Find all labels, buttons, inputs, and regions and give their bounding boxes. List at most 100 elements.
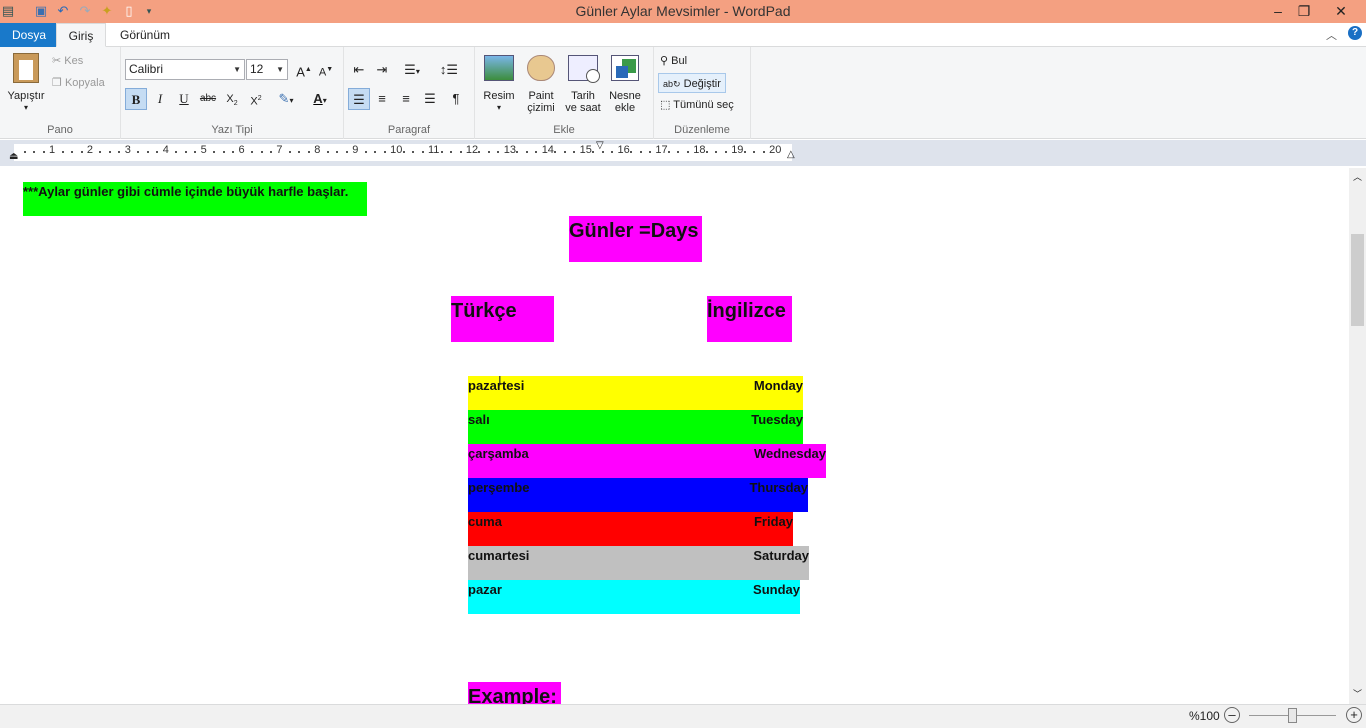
english-day: Monday [753,378,803,393]
ruler-number: 9 [352,144,359,156]
underline-button[interactable]: U [173,88,195,110]
tab-home[interactable]: Giriş [56,23,106,47]
font-family-select[interactable]: Calibri ▼ [125,59,245,80]
tab-file[interactable]: Dosya [0,23,56,47]
left-indent-marker-icon[interactable]: ⏏ [9,151,18,162]
text-color-button[interactable]: A▾ [305,88,335,110]
ribbon-tabs: Dosya Giriş Görünüm ︿ ? [0,23,1366,47]
ruler-tick [478,151,481,153]
english-day: Sunday [753,582,800,597]
ruler-tick [554,151,557,153]
ruler-tick [42,151,45,153]
align-center-icon[interactable]: ≡ [371,88,393,110]
align-right-icon[interactable]: ≡ [395,88,417,110]
scroll-down-icon[interactable]: ﹀ [1353,687,1362,700]
align-left-icon[interactable]: ☰ [348,88,370,110]
english-day: Saturday [753,548,809,563]
ruler-tick [592,151,595,153]
increase-indent-icon[interactable]: ⇥ [371,59,393,81]
ruler-number: 14 [541,144,554,156]
bold-button[interactable]: B [125,88,147,110]
ruler-number: 19 [731,144,744,156]
zoom-slider-thumb[interactable] [1288,708,1297,723]
find-button[interactable]: ⚲ Bul [660,51,687,71]
english-day: Wednesday [753,446,826,461]
turkish-day: çarşamba [468,446,529,461]
ruler-tick [686,151,689,153]
ruler-number: 10 [390,144,403,156]
ruler-tick [677,151,680,153]
select-all-label: Tümünü seç [673,99,734,111]
ruler-tick [573,151,576,153]
paragraph-settings-icon[interactable]: ¶ [445,88,467,110]
date-label-2: ve saat [565,102,601,114]
calendar-clock-icon [568,55,600,83]
shrink-font-icon[interactable]: A▼ [315,59,337,81]
help-icon[interactable]: ? [1348,26,1362,40]
ruler-tick [33,151,36,153]
turkish-day: cuma [468,514,502,529]
insert-object-button[interactable]: Nesne ekle [605,55,645,114]
font-size-select[interactable]: 12 ▼ [246,59,288,80]
object-icon [611,55,639,81]
ruler-tick [639,151,642,153]
bullet-list-icon[interactable]: ☰▾ [397,59,427,81]
replace-button[interactable]: ab↻ Değiştir [658,73,726,93]
scroll-up-icon[interactable]: ︿ [1353,170,1362,183]
select-all-icon: ⬚ [660,99,671,111]
highlight-color-button[interactable]: ✎▾ [271,88,301,110]
zoom-out-icon[interactable]: – [1224,707,1240,723]
justify-icon[interactable]: ☰ [419,88,441,110]
tab-view[interactable]: Görünüm [108,23,182,47]
close-icon[interactable]: ✕ [1326,0,1356,22]
turkish-day: pazartesi [468,378,525,393]
superscript-button[interactable]: X2 [245,88,267,110]
cut-button[interactable]: ✂ Kes [52,51,83,71]
turkish-day: salı [468,412,490,427]
turkish-day: cumartesi [468,548,530,563]
chevron-down-icon: ▾ [496,103,501,112]
line-spacing-icon[interactable]: ↕☰ [434,59,464,81]
paste-button[interactable]: Yapıştır ▾ [4,53,48,114]
ruler-tick [753,151,756,153]
scrollbar-thumb[interactable] [1351,234,1364,326]
ruler-number: 2 [86,144,94,156]
ruler-number: 20 [769,144,782,156]
table-row: perşembe Thursday [468,478,808,512]
paint-drawing-button[interactable]: Paint çizimi [521,55,561,114]
zoom-in-icon[interactable]: + [1346,707,1362,723]
binoculars-icon: ⚲ [660,55,669,67]
ruler-tick [724,151,727,153]
ruler-tick [184,151,187,153]
ruler-tick [762,151,765,153]
select-all-button[interactable]: ⬚ Tümünü seç [660,95,734,115]
font-group-label: Yazı Tipi [211,124,253,136]
vertical-scrollbar[interactable]: ︿ ﹀ [1349,168,1366,704]
ruler-tick [421,151,424,153]
ruler-tick [611,151,614,153]
copy-button[interactable]: ❐ Kopyala [52,73,105,93]
picture-button[interactable]: Resim ▾ [481,55,517,114]
collapse-ribbon-icon[interactable]: ︿ [1326,27,1337,43]
strikethrough-button[interactable]: abc [197,88,219,110]
date-time-button[interactable]: Tarih ve saat [563,55,603,114]
ruler-tick [156,151,159,153]
subscript-button[interactable]: X2 [221,88,243,110]
table-row: pazartesi Monday [468,376,803,410]
italic-button[interactable]: I [149,88,171,110]
first-line-indent-marker-icon[interactable]: ▽ [596,140,604,151]
copy-icon: ❐ [52,77,62,89]
ruler-tick [497,151,500,153]
minimize-icon[interactable]: – [1264,0,1292,22]
decrease-indent-icon[interactable]: ⇤ [348,59,370,81]
column-heading-english: İngilizce [707,296,792,342]
ruler-number: 5 [200,144,207,156]
copy-label: Kopyala [64,77,105,89]
ruler[interactable]: 1 2 3 4 5 6 7 8 9 10 11 12 13 14 15 16 17 18 19 20 ⏏ ▽ △ [0,140,1366,166]
font-family-value: Calibri [129,62,164,76]
ruler-tick [118,151,121,153]
document-area[interactable]: ***Aylar günler gibi cümle içinde büyük … [0,168,1349,704]
right-indent-marker-icon[interactable]: △ [787,149,795,160]
grow-font-icon[interactable]: A▲ [293,59,315,81]
restore-icon[interactable]: ❐ [1290,0,1318,22]
